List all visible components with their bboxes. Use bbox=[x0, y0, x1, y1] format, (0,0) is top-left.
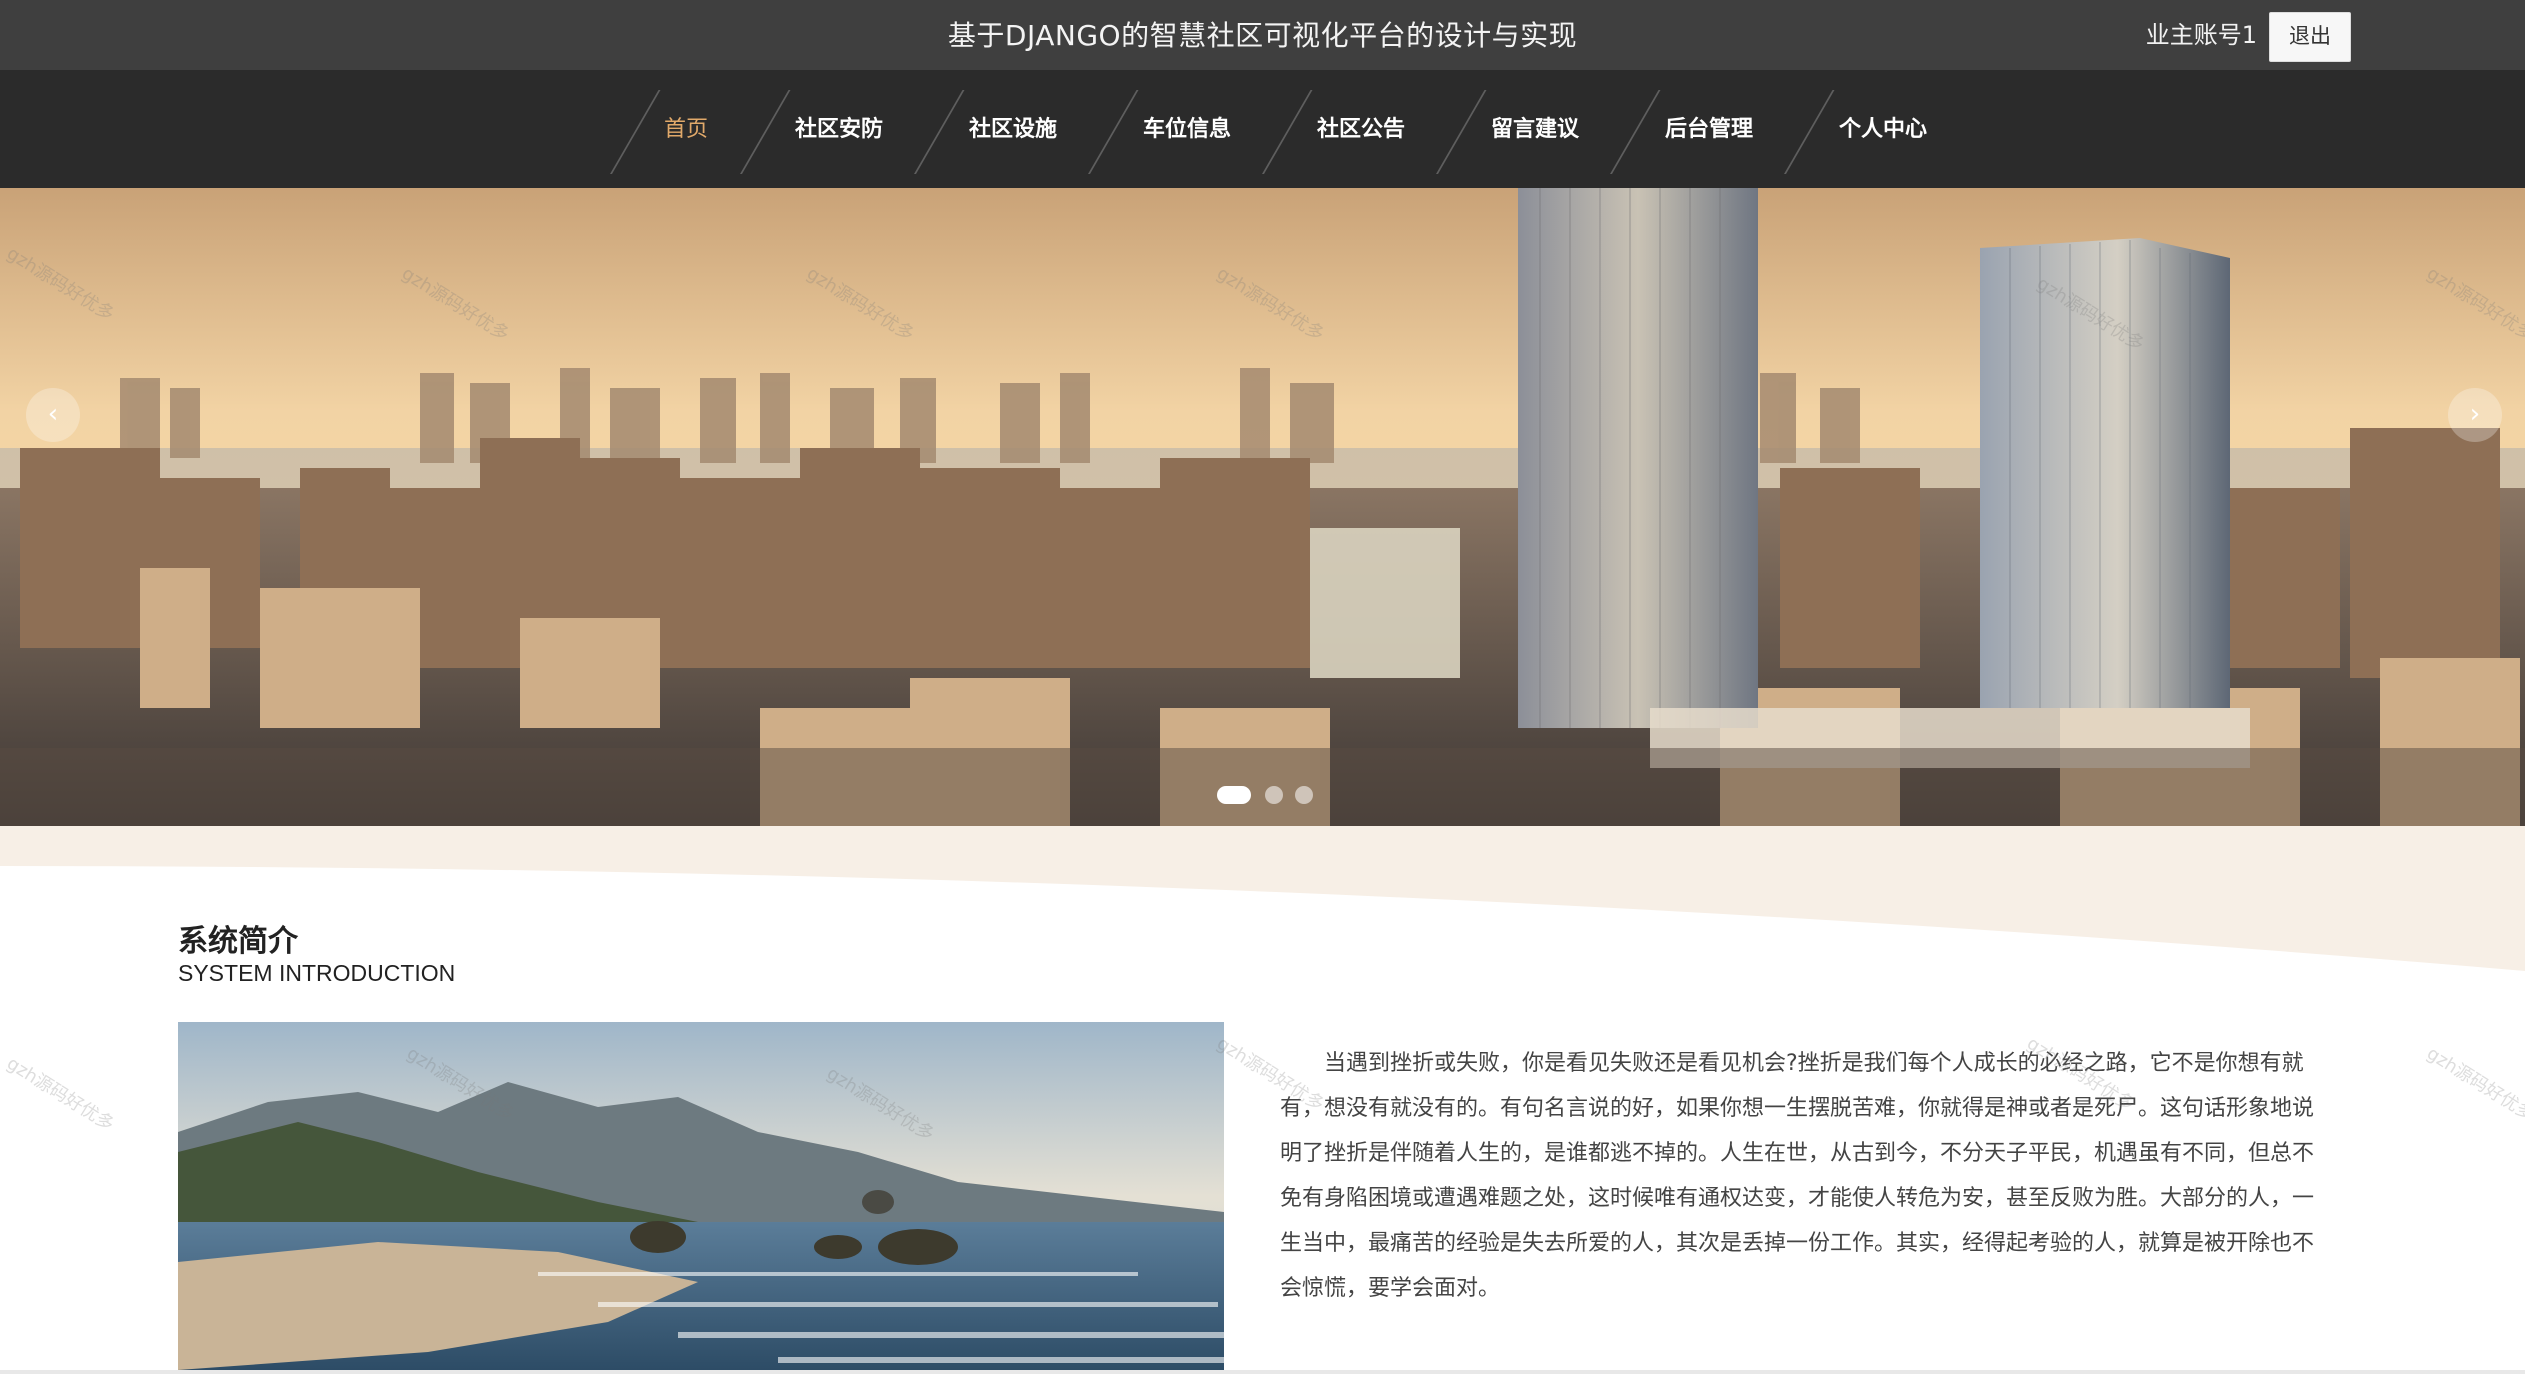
carousel-prev-button[interactable]: ‹ bbox=[26, 388, 80, 442]
nav-item-security[interactable]: 社区安防 bbox=[764, 70, 914, 188]
hero-carousel: ‹ › bbox=[0, 188, 2525, 828]
nav-item-facilities[interactable]: 社区设施 bbox=[938, 70, 1088, 188]
main-nav: 首页 社区安防 社区设施 车位信息 社区公告 留言建议 后台管理 个人中心 bbox=[0, 70, 2525, 188]
decorative-wave bbox=[0, 826, 2525, 971]
nav-item-messages[interactable]: 留言建议 bbox=[1460, 70, 1610, 188]
carousel-dot-3[interactable] bbox=[1295, 786, 1313, 804]
intro-image bbox=[178, 1022, 1224, 1370]
account-name[interactable]: 业主账号1 bbox=[2146, 0, 2257, 70]
carousel-next-button[interactable]: › bbox=[2448, 388, 2502, 442]
nav-item-profile[interactable]: 个人中心 bbox=[1808, 70, 1958, 188]
intro-subtitle: SYSTEM INTRODUCTION bbox=[178, 960, 456, 986]
coastline-image bbox=[178, 1022, 1224, 1370]
watermark: gzh源码好优多 bbox=[2422, 1042, 2525, 1126]
city-skyline-image bbox=[0, 188, 2525, 828]
chevron-left-icon: ‹ bbox=[47, 399, 59, 429]
carousel-dot-2[interactable] bbox=[1265, 786, 1283, 804]
top-bar: 基于DJANGO的智慧社区可视化平台的设计与实现 业主账号1 退出 bbox=[0, 0, 2525, 70]
nav-item-notices[interactable]: 社区公告 bbox=[1286, 70, 1436, 188]
intro-title: 系统简介 bbox=[178, 924, 298, 959]
chevron-right-icon: › bbox=[2469, 399, 2481, 429]
nav-item-home[interactable]: 首页 bbox=[611, 70, 761, 188]
intro-text: 当遇到挫折或失败，你是看见失败还是看见机会?挫折是我们每个人成长的必经之路，它不… bbox=[1280, 1051, 2315, 1301]
watermark: gzh源码好优多 bbox=[2, 1052, 118, 1136]
page-bottom-border bbox=[0, 1370, 2525, 1374]
carousel-dot-1[interactable] bbox=[1217, 786, 1251, 804]
nav-item-admin[interactable]: 后台管理 bbox=[1634, 70, 1784, 188]
logout-button[interactable]: 退出 bbox=[2269, 12, 2351, 62]
nav-item-parking[interactable]: 车位信息 bbox=[1112, 70, 1262, 188]
